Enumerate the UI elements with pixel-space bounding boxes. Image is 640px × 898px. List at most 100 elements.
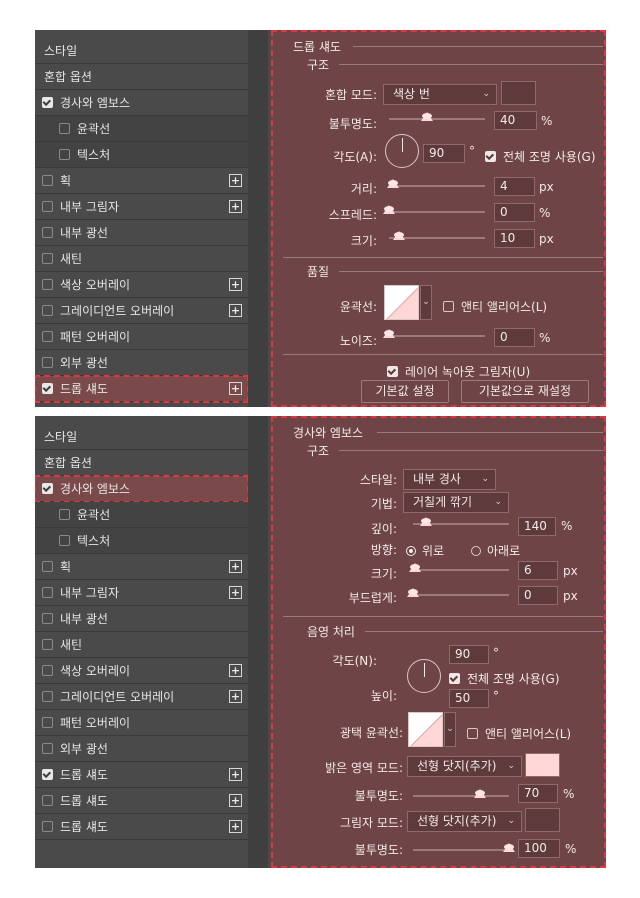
checkbox-icon[interactable] <box>42 175 53 186</box>
checkbox-icon[interactable] <box>42 691 53 702</box>
altitude-input[interactable]: 50 <box>449 689 489 708</box>
distance-slider[interactable] <box>386 179 485 188</box>
angle-dial[interactable] <box>407 659 441 693</box>
highlight-mode-dropdown[interactable]: 선형 닷지(추가) ⌄ <box>407 756 522 777</box>
checkbox-icon[interactable] <box>59 509 70 520</box>
add-effect-icon[interactable]: + <box>229 820 242 833</box>
sidebar-item[interactable]: 텍스처 <box>35 528 248 554</box>
checkbox-icon[interactable] <box>42 253 53 264</box>
sidebar-item[interactable]: 내부 그림자 + <box>35 194 248 220</box>
depth-slider[interactable] <box>413 517 509 526</box>
checkbox-icon[interactable] <box>42 587 53 598</box>
noise-input[interactable]: 0 <box>494 328 535 347</box>
angle-input[interactable]: 90 <box>449 645 489 664</box>
shadow-mode-dropdown[interactable]: 선형 닷지(추가) ⌄ <box>407 811 522 832</box>
sidebar-item[interactable]: 획 + <box>35 168 248 194</box>
style-dropdown[interactable]: 내부 경사 ⌄ <box>403 469 496 490</box>
size-slider[interactable] <box>409 563 509 572</box>
gloss-contour-dropdown[interactable]: ⌄ <box>444 712 456 747</box>
sidebar-item[interactable]: 텍스처 <box>35 142 248 168</box>
checkbox-icon[interactable] <box>42 639 53 650</box>
add-effect-icon[interactable]: + <box>229 200 242 213</box>
sidebar-item[interactable]: 외부 광선 <box>35 736 248 762</box>
shadow-color-swatch[interactable] <box>525 808 560 832</box>
checkbox-icon[interactable] <box>42 357 53 368</box>
sidebar-item[interactable]: 패턴 오버레이 <box>35 710 248 736</box>
checkbox-icon[interactable] <box>42 795 53 806</box>
checkbox-icon[interactable] <box>42 743 53 754</box>
noise-slider[interactable] <box>383 329 485 338</box>
sidebar-item[interactable]: 스타일 <box>35 424 248 450</box>
distance-input[interactable]: 4 <box>494 177 535 196</box>
sidebar-item[interactable]: 색상 오버레이 + <box>35 272 248 298</box>
depth-input[interactable]: 140 <box>518 517 556 536</box>
angle-input[interactable]: 90 <box>423 144 465 163</box>
highlight-opacity-slider-handle[interactable] <box>474 789 487 798</box>
opacity-input[interactable]: 40 <box>494 111 537 130</box>
sidebar-item[interactable]: 드롭 섀도 + <box>35 762 248 788</box>
highlight-opacity-input[interactable]: 70 <box>518 784 558 803</box>
sidebar-item[interactable]: 혼합 옵션 <box>35 450 248 476</box>
highlight-color-swatch[interactable] <box>525 753 560 777</box>
sidebar-item[interactable]: 내부 광선 <box>35 606 248 632</box>
soften-input[interactable]: 0 <box>518 586 558 605</box>
size-slider-handle[interactable] <box>409 563 422 572</box>
antialias-checkbox[interactable]: 앤티 앨리어스(L) <box>467 725 571 742</box>
sidebar-item[interactable]: 드롭 섀도 + <box>35 814 248 840</box>
sidebar-item[interactable]: 그레이디언트 오버레이 + <box>35 298 248 324</box>
size-input[interactable]: 6 <box>518 561 558 580</box>
checkbox-icon[interactable] <box>42 665 53 676</box>
depth-slider-handle[interactable] <box>420 517 433 526</box>
spread-slider[interactable] <box>383 205 485 214</box>
spread-input[interactable]: 0 <box>494 203 535 222</box>
distance-slider-handle[interactable] <box>386 179 399 188</box>
checkbox-icon[interactable] <box>42 717 53 728</box>
add-effect-icon[interactable]: + <box>229 664 242 677</box>
noise-slider-handle[interactable] <box>383 329 395 338</box>
global-light-checkbox[interactable]: 전체 조명 사용(G) <box>485 148 596 165</box>
sidebar-item[interactable]: 내부 그림자 + <box>35 580 248 606</box>
sidebar-item[interactable]: 내부 광선 <box>35 220 248 246</box>
checkbox-icon[interactable] <box>42 331 53 342</box>
contour-dropdown[interactable]: ⌄ <box>420 285 432 320</box>
gloss-contour-preview[interactable] <box>408 712 443 747</box>
checkbox-icon[interactable] <box>42 279 53 290</box>
add-effect-icon[interactable]: + <box>229 690 242 703</box>
blend-mode-dropdown[interactable]: 색상 번 ⌄ <box>383 84 497 105</box>
checkbox-icon[interactable] <box>42 821 53 832</box>
checkbox-icon[interactable] <box>42 483 53 494</box>
soften-slider[interactable] <box>407 588 509 597</box>
direction-down-radio[interactable]: 아래로 <box>471 542 520 559</box>
sidebar-item[interactable]: 외부 광선 <box>35 350 248 376</box>
checkbox-icon[interactable] <box>42 305 53 316</box>
checkbox-icon[interactable] <box>42 201 53 212</box>
knockout-checkbox[interactable]: 레이어 녹아웃 그림자(U) <box>387 363 530 380</box>
sidebar-item[interactable]: 스타일 <box>35 38 248 64</box>
add-effect-icon[interactable]: + <box>229 382 242 395</box>
sidebar-item[interactable]: 경사와 엠보스 <box>35 90 248 116</box>
add-effect-icon[interactable]: + <box>229 560 242 573</box>
checkbox-icon[interactable] <box>59 123 70 134</box>
opacity-slider-handle[interactable] <box>421 112 434 121</box>
contour-preview[interactable] <box>384 285 419 320</box>
sidebar-item[interactable]: 윤곽선 <box>35 116 248 142</box>
make-default-button[interactable]: 기본값 설정 <box>361 380 449 403</box>
opacity-slider[interactable] <box>389 112 485 121</box>
checkbox-icon[interactable] <box>42 97 53 108</box>
sidebar-item[interactable]: 경사와 엠보스 <box>35 475 249 503</box>
checkbox-icon[interactable] <box>59 149 70 160</box>
add-effect-icon[interactable]: + <box>229 174 242 187</box>
shadow-opacity-slider-handle[interactable] <box>503 843 515 852</box>
size-slider[interactable] <box>389 231 485 240</box>
checkbox-icon[interactable] <box>42 561 53 572</box>
checkbox-icon[interactable] <box>42 769 53 780</box>
sidebar-item[interactable]: 드롭 섀도 + <box>35 788 248 814</box>
shadow-color-swatch[interactable] <box>501 81 536 105</box>
add-effect-icon[interactable]: + <box>229 278 242 291</box>
add-effect-icon[interactable]: + <box>229 586 242 599</box>
size-input[interactable]: 10 <box>494 229 535 248</box>
checkbox-icon[interactable] <box>42 613 53 624</box>
sidebar-item[interactable]: 드롭 섀도 + <box>35 375 249 403</box>
global-light-checkbox[interactable]: 전체 조명 사용(G) <box>449 670 560 687</box>
direction-up-radio[interactable]: 위로 <box>406 542 444 559</box>
